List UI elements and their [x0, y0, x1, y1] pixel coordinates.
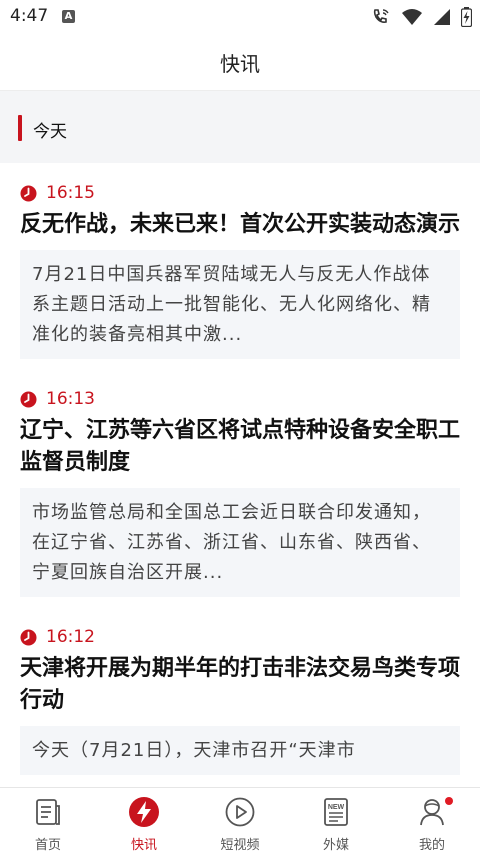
- tab-label: 我的: [418, 838, 445, 853]
- bottom-tab-bar: 首页 快讯 短视频 NEW 外媒 我的: [0, 787, 480, 855]
- news-title[interactable]: 天津将开展为期半年的打击非法交易鸟类专项行动: [20, 653, 460, 717]
- news-summary[interactable]: 今天（7月21日），天津市召开“天津市: [20, 726, 460, 775]
- wifi-icon: [402, 9, 422, 25]
- news-summary[interactable]: 市场监管总局和全国总工会近日联合印发通知，在辽宁省、江苏省、浙江省、山东省、陕西…: [20, 488, 460, 597]
- tab-mine[interactable]: 我的: [384, 788, 480, 855]
- home-doc-icon: [36, 799, 60, 825]
- news-feed[interactable]: 今天 16:15 反无作战，未来已来！首次公开实装动态演示 7月21日中国兵器军…: [0, 91, 480, 787]
- notification-dot: [445, 797, 453, 805]
- clock-icon: [20, 185, 37, 201]
- battery-icon: [461, 7, 472, 27]
- tab-home[interactable]: 首页: [0, 788, 96, 855]
- tab-label: 首页: [34, 838, 61, 853]
- title-bar: 快讯: [0, 34, 480, 91]
- notification-a-icon: A: [62, 10, 75, 23]
- news-summary[interactable]: 7月21日中国兵器军贸陆域无人与反无人作战体系主题日活动上一批智能化、无人化网络…: [20, 250, 460, 359]
- clock-icon: [20, 629, 37, 645]
- page-title: 快讯: [220, 52, 260, 76]
- news-item[interactable]: 16:12 天津将开展为期半年的打击非法交易鸟类专项行动 今天（7月21日），天…: [0, 624, 480, 775]
- day-label: 今天: [33, 122, 67, 142]
- signal-icon: [434, 9, 450, 25]
- tab-label: 短视频: [220, 838, 260, 853]
- tab-flash[interactable]: 快讯: [96, 788, 192, 855]
- news-title[interactable]: 辽宁、江苏等六省区将试点特种设备安全职工监督员制度: [20, 415, 460, 479]
- profile-icon: [420, 799, 444, 826]
- news-time-row: 16:15: [20, 180, 460, 206]
- news-time: 16:15: [46, 183, 95, 203]
- status-bar: 4:47 A: [0, 0, 480, 34]
- news-time-row: 16:13: [20, 386, 460, 412]
- wifi-calling-icon: [373, 9, 389, 23]
- news-time: 16:13: [46, 389, 95, 409]
- status-time: 4:47: [10, 6, 49, 26]
- tab-short-video[interactable]: 短视频: [192, 788, 288, 855]
- svg-text:NEW: NEW: [328, 804, 345, 811]
- tab-foreign-media[interactable]: NEW 外媒: [288, 788, 384, 855]
- news-title[interactable]: 反无作战，未来已来！首次公开实装动态演示: [20, 209, 460, 241]
- news-item[interactable]: 16:15 反无作战，未来已来！首次公开实装动态演示 7月21日中国兵器军贸陆域…: [0, 180, 480, 359]
- newspaper-icon: NEW: [324, 798, 348, 826]
- tab-label: 外媒: [322, 838, 349, 853]
- day-section-header: 今天: [0, 91, 480, 163]
- news-time: 16:12: [46, 627, 95, 647]
- flash-icon: [129, 797, 159, 827]
- news-item[interactable]: 16:13 辽宁、江苏等六省区将试点特种设备安全职工监督员制度 市场监管总局和全…: [0, 386, 480, 597]
- section-accent-bar: [18, 115, 22, 141]
- news-time-row: 16:12: [20, 624, 460, 650]
- tab-label: 快讯: [130, 838, 157, 853]
- clock-icon: [20, 391, 37, 407]
- status-icons: [371, 6, 472, 28]
- play-icon: [225, 797, 255, 827]
